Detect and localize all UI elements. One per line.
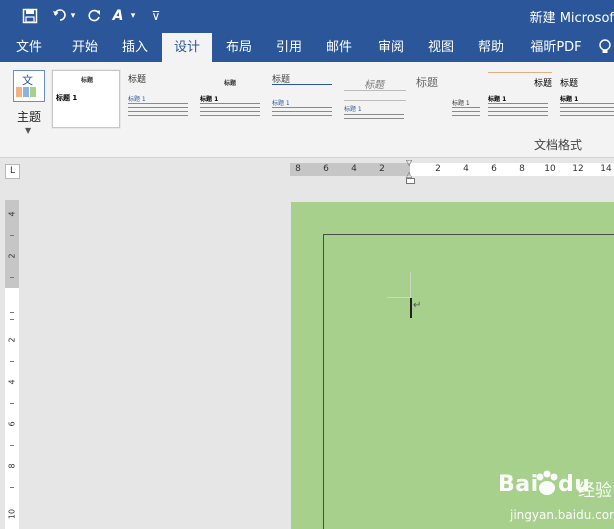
lightbulb-icon[interactable] — [596, 33, 614, 62]
ruler-label: 4 — [463, 164, 469, 174]
style-set-3-title: 标题 — [224, 80, 237, 87]
format-painter-icon[interactable]: A — [110, 4, 126, 28]
style-set-8[interactable]: 标题 标题 1 — [558, 70, 614, 128]
ruler-label: 2 — [379, 164, 385, 174]
style-set-5-heading: 标题 1 — [344, 106, 362, 113]
crop-mark — [410, 272, 411, 298]
tab-references[interactable]: 引用 — [266, 33, 312, 62]
watermark-url: jingyan.baidu.com — [510, 508, 614, 522]
ruler-label: 2 — [435, 164, 441, 174]
themes-button[interactable]: 文 主题 ▼ — [8, 68, 50, 136]
style-set-7-heading: 标题 1 — [488, 96, 507, 103]
word-window: ▾ A ▾ ⊽ 新建 Microsof 文件 开始 插入 设计 布局 引用 邮件… — [0, 0, 614, 529]
style-set-2[interactable]: 标题 标题 1 — [126, 70, 194, 128]
chevron-down-icon: ▼ — [25, 126, 32, 135]
style-set-4-heading: 标题 1 — [272, 100, 290, 107]
redo-icon[interactable] — [84, 4, 104, 28]
themes-icon-text: 文 — [22, 73, 33, 87]
left-indent-marker[interactable] — [406, 178, 415, 184]
style-set-3-heading: 标题 1 — [200, 96, 219, 103]
tab-design[interactable]: 设计 — [162, 33, 212, 62]
ruler-label: 8 — [7, 463, 17, 469]
ruler-label: 10 — [7, 508, 17, 520]
undo-icon[interactable] — [50, 4, 70, 28]
baidu-watermark: Bai du 经验 jingyan.baidu.com — [470, 460, 614, 529]
watermark-cn: 经验 — [578, 481, 612, 501]
style-set-1-title: 标题 — [81, 77, 94, 84]
style-set-1-heading: 标题 1 — [56, 94, 78, 102]
ribbon-tabs: 文件 开始 插入 设计 布局 引用 邮件 审阅 视图 帮助 福昕PDF — [0, 33, 614, 62]
ruler-label: 12 — [572, 164, 584, 174]
paragraph-mark: ↵ — [413, 300, 422, 311]
style-set-gallery: 标题 标题 1 标题 标题 1 标题 标题 1 标题 标题 1 标题 标题 1 … — [52, 66, 614, 132]
ruler-label: 14 — [600, 164, 612, 174]
save-icon[interactable] — [20, 4, 40, 28]
style-set-6-title: 标题 — [416, 76, 438, 89]
tab-foxit-pdf[interactable]: 福昕PDF — [526, 33, 586, 62]
ruler-label: 6 — [491, 164, 497, 174]
tab-help[interactable]: 帮助 — [468, 33, 514, 62]
crop-mark — [387, 297, 411, 298]
text-cursor — [410, 298, 412, 318]
ruler-label: 4 — [351, 164, 357, 174]
style-set-2-title: 标题 — [128, 75, 147, 85]
themes-icon: 文 — [13, 70, 45, 102]
title-bar: ▾ A ▾ ⊽ 新建 Microsof — [0, 0, 614, 33]
ruler-label: 2 — [7, 253, 17, 259]
tab-mailings[interactable]: 邮件 — [316, 33, 362, 62]
tab-file[interactable]: 文件 — [8, 33, 50, 62]
document-formatting-group-label: 文档格式 — [533, 138, 582, 152]
ruler-label: 6 — [323, 164, 329, 174]
style-set-7[interactable]: 标题 标题 1 — [486, 70, 554, 128]
tab-selector-button[interactable]: L — [5, 164, 20, 179]
tab-view[interactable]: 视图 — [418, 33, 464, 62]
ruler-label: 6 — [7, 421, 17, 427]
style-set-4[interactable]: 标题 标题 1 — [270, 70, 338, 128]
tab-insert[interactable]: 插入 — [112, 33, 158, 62]
vertical-ruler[interactable]: 4 2 2 4 6 8 10 — [5, 200, 19, 529]
window-title: 新建 Microsof — [529, 11, 614, 26]
style-set-5-title: 标题 — [364, 80, 384, 91]
ruler-label: 8 — [295, 164, 301, 174]
ruler-left-margin — [290, 163, 410, 176]
ruler-label: 8 — [519, 164, 525, 174]
design-ribbon: 文 主题 ▼ 标题 标题 1 标题 标题 1 标题 标题 1 标题 标题 1 标… — [0, 62, 614, 158]
undo-dropdown-icon[interactable]: ▾ — [68, 4, 78, 28]
style-set-6-heading: 标题 1 — [452, 100, 470, 107]
style-set-7-title: 标题 — [534, 79, 553, 89]
ruler-label: 4 — [7, 211, 17, 217]
customize-qat-icon[interactable]: ⊽ — [148, 4, 164, 28]
style-set-8-title: 标题 — [560, 79, 579, 89]
tab-home[interactable]: 开始 — [62, 33, 108, 62]
style-set-8-heading: 标题 1 — [560, 96, 579, 103]
ruler-label: 4 — [7, 379, 17, 385]
style-set-2-heading: 标题 1 — [128, 96, 146, 103]
ruler-label: 2 — [7, 337, 17, 343]
style-set-5[interactable]: 标题 标题 1 — [342, 70, 410, 128]
watermark-brand: Bai — [498, 472, 539, 497]
horizontal-ruler[interactable]: 8 6 4 2 2 4 6 8 10 12 14 — [290, 163, 614, 176]
style-set-1[interactable]: 标题 标题 1 — [52, 70, 120, 128]
style-set-6[interactable]: 标题 标题 1 — [414, 70, 482, 128]
format-painter-dropdown-icon[interactable]: ▾ — [128, 4, 138, 28]
ruler-label: 10 — [544, 164, 556, 174]
tab-review[interactable]: 审阅 — [368, 33, 414, 62]
style-set-3[interactable]: 标题 标题 1 — [198, 70, 266, 128]
tab-layout[interactable]: 布局 — [216, 33, 262, 62]
themes-label: 主题 — [16, 110, 41, 124]
first-line-indent-marker[interactable]: ▽ — [406, 158, 412, 167]
ruler-bar: L 8 6 4 2 2 4 6 8 10 12 14 ▽ △ — [0, 158, 614, 186]
